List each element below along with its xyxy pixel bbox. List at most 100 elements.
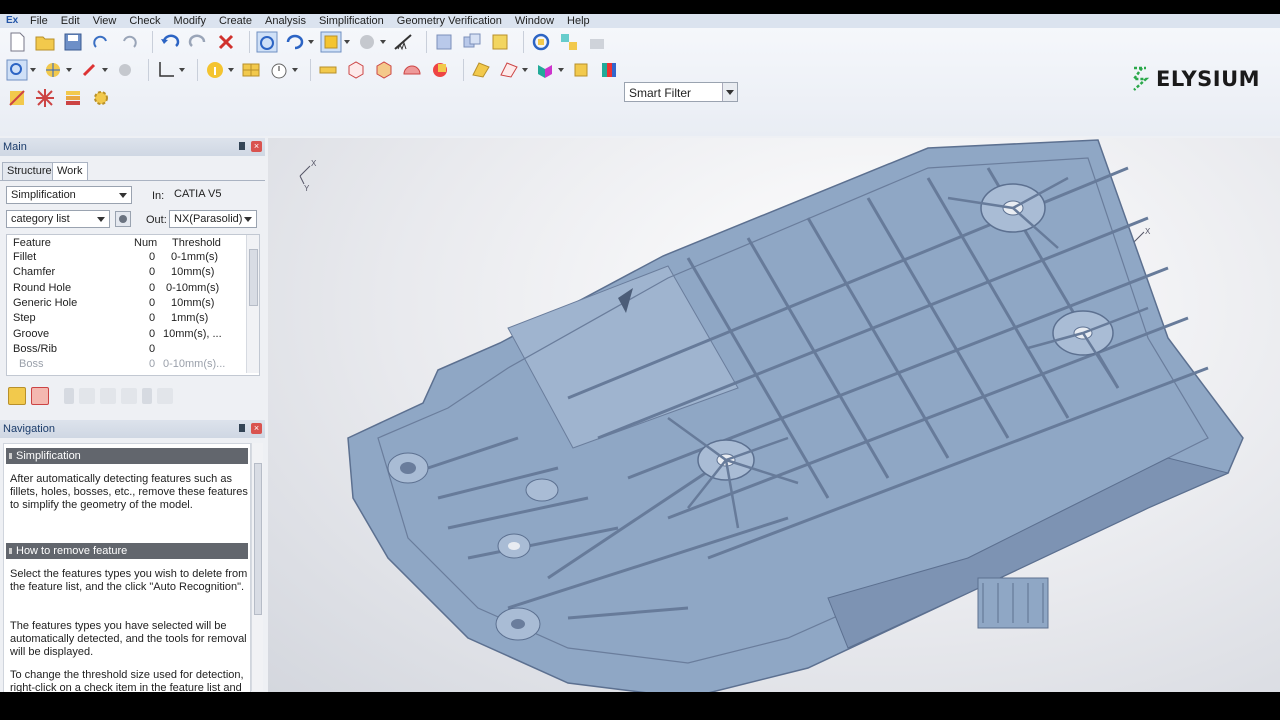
in-label: In: bbox=[152, 190, 165, 202]
yellow-box-icon[interactable] bbox=[570, 59, 592, 81]
menu-item[interactable]: Simplification bbox=[319, 14, 384, 28]
compare-icon[interactable] bbox=[558, 31, 580, 53]
section-text: After automatically detecting features s… bbox=[10, 473, 248, 511]
column-feature[interactable]: Feature bbox=[13, 237, 51, 249]
pin-icon[interactable] bbox=[239, 424, 245, 432]
feature-list-scrollbar[interactable] bbox=[246, 235, 259, 373]
section-how-to-remove[interactable]: How to remove feature bbox=[6, 543, 248, 559]
plane-icon[interactable] bbox=[317, 59, 339, 81]
assembly-icon[interactable] bbox=[433, 31, 455, 53]
chevron-down-icon[interactable] bbox=[722, 83, 737, 101]
tab-work[interactable]: Work bbox=[52, 162, 88, 180]
3d-viewport[interactable]: X Y X bbox=[268, 138, 1280, 692]
remove-feature-button[interactable] bbox=[31, 387, 49, 405]
surface-icon[interactable] bbox=[470, 59, 492, 81]
redo-history-icon[interactable] bbox=[90, 31, 112, 53]
explode-icon[interactable] bbox=[34, 87, 56, 109]
mesh-icon[interactable] bbox=[498, 59, 520, 81]
menu-bar: Ex File Edit View Check Modify Create Analysis… bbox=[0, 14, 1280, 28]
axis-x-label: X bbox=[311, 159, 317, 168]
replace-icon[interactable] bbox=[461, 31, 483, 53]
box-icon[interactable] bbox=[373, 59, 395, 81]
feature-count: 0 bbox=[149, 251, 156, 263]
in-value: CATIA V5 bbox=[174, 188, 222, 200]
feature-row[interactable]: Groove 0 10mm(s), ... bbox=[7, 328, 245, 343]
undo-icon[interactable] bbox=[159, 31, 181, 53]
dome-icon[interactable] bbox=[401, 59, 423, 81]
settings-gear-icon[interactable] bbox=[90, 87, 112, 109]
feature-row[interactable]: Boss 0 0-10mm(s)... bbox=[7, 358, 245, 373]
column-threshold[interactable]: Threshold bbox=[172, 237, 221, 249]
scrollbar-thumb[interactable] bbox=[254, 463, 262, 615]
feature-row[interactable]: Chamfer 0 10mm(s) bbox=[7, 266, 245, 281]
menu-item[interactable]: Help bbox=[567, 14, 590, 28]
chevron-down-icon bbox=[119, 193, 127, 198]
menu-item[interactable]: Modify bbox=[174, 14, 206, 28]
auto-recognition-icon[interactable] bbox=[256, 31, 278, 53]
connector-feature bbox=[977, 577, 1049, 629]
brand-name: ELYSIUM bbox=[1156, 67, 1261, 91]
view-fit-icon[interactable] bbox=[6, 59, 28, 81]
feature-row[interactable]: Step 0 1mm(s) bbox=[7, 312, 245, 327]
scrollbar-thumb[interactable] bbox=[249, 249, 258, 306]
auto-recognition-button[interactable] bbox=[8, 387, 26, 405]
feature-row[interactable]: Round Hole 0 0-10mm(s) bbox=[7, 282, 245, 297]
cad-part[interactable] bbox=[347, 139, 1244, 692]
rotate-icon[interactable] bbox=[284, 31, 306, 53]
menu-item[interactable]: View bbox=[93, 14, 117, 28]
out-select[interactable]: NX(Parasolid) bbox=[169, 210, 257, 228]
solid-body-icon[interactable] bbox=[320, 31, 342, 53]
disabled-prev-icon bbox=[79, 388, 95, 404]
close-icon[interactable]: × bbox=[251, 141, 262, 152]
redo-icon[interactable] bbox=[187, 31, 209, 53]
grid-icon[interactable] bbox=[240, 59, 262, 81]
delete-icon[interactable] bbox=[215, 31, 237, 53]
shape-icon[interactable] bbox=[429, 59, 451, 81]
menu-item[interactable]: Window bbox=[515, 14, 554, 28]
view-direction-icon[interactable] bbox=[42, 59, 64, 81]
palette-icon[interactable] bbox=[598, 59, 620, 81]
feature-row[interactable]: Fillet 0 0-1mm(s) bbox=[7, 251, 245, 266]
sync-icon[interactable] bbox=[530, 31, 552, 53]
timer-icon[interactable] bbox=[268, 59, 290, 81]
list-settings-icon[interactable] bbox=[115, 211, 131, 227]
cad-model-view[interactable]: X Y X bbox=[268, 138, 1280, 692]
stack-icon[interactable] bbox=[62, 87, 84, 109]
simplify-icon[interactable] bbox=[6, 87, 28, 109]
pin-icon[interactable] bbox=[78, 59, 100, 81]
feature-list-header: Feature Num Threshold bbox=[7, 235, 245, 251]
axis-triad-icon: X Y bbox=[299, 159, 317, 193]
mode-select[interactable]: Simplification bbox=[6, 186, 132, 204]
open-folder-icon[interactable] bbox=[34, 31, 56, 53]
list-select[interactable]: category list bbox=[6, 210, 110, 228]
undo-history-icon[interactable] bbox=[118, 31, 140, 53]
pin-icon[interactable] bbox=[239, 142, 245, 150]
save-icon[interactable] bbox=[62, 31, 84, 53]
menu-item[interactable]: File bbox=[30, 14, 48, 28]
sphere-icon[interactable] bbox=[356, 31, 378, 53]
menu-item[interactable]: Geometry Verification bbox=[397, 14, 502, 28]
color-icon[interactable] bbox=[534, 59, 556, 81]
feature-row[interactable]: Generic Hole 0 10mm(s) bbox=[7, 297, 245, 312]
menu-item[interactable]: Create bbox=[219, 14, 252, 28]
highlight-icon[interactable] bbox=[489, 31, 511, 53]
menu-item[interactable]: Edit bbox=[61, 14, 80, 28]
menu-item[interactable]: Analysis bbox=[265, 14, 306, 28]
section-simplification[interactable]: Simplification bbox=[6, 448, 248, 464]
cube-icon[interactable] bbox=[345, 59, 367, 81]
feature-name: Round Hole bbox=[13, 281, 72, 294]
navigation-panel-title: Navigation bbox=[3, 423, 55, 435]
info-icon[interactable] bbox=[204, 59, 226, 81]
close-icon[interactable]: × bbox=[251, 423, 262, 434]
tab-structure[interactable]: Structure bbox=[2, 162, 56, 180]
export-icon[interactable] bbox=[586, 31, 608, 53]
feature-row[interactable]: Boss/Rib 0 bbox=[7, 343, 245, 358]
navigation-scrollbar[interactable] bbox=[251, 443, 263, 691]
axis-icon[interactable] bbox=[155, 59, 177, 81]
measure-icon[interactable] bbox=[392, 31, 414, 53]
grey-tool-icon[interactable] bbox=[114, 59, 136, 81]
menu-item[interactable]: Check bbox=[129, 14, 160, 28]
new-file-icon[interactable] bbox=[6, 31, 28, 53]
smart-filter-select[interactable]: Smart Filter bbox=[624, 82, 738, 102]
column-num[interactable]: Num bbox=[134, 237, 157, 249]
